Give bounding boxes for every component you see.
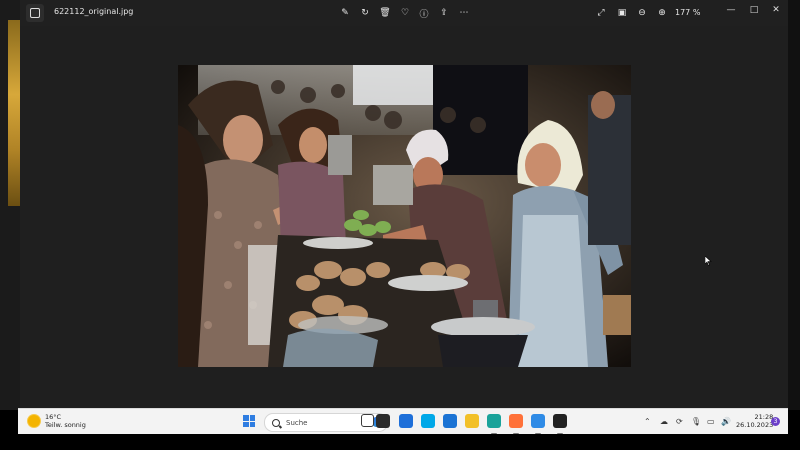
rotate-icon[interactable]: ↻ [357, 5, 373, 21]
file-name: 622112_original.jpg [54, 7, 134, 16]
taskbar: 16°C Teilw. sonnig Suche ⌃ ☁ ⟳ 🎙 ▭ 🔊 21:28 26… [18, 408, 788, 435]
desktop-wallpaper-strip [8, 20, 20, 206]
partly-sunny-icon [28, 415, 40, 427]
edit-image-icon[interactable]: ✎ [337, 5, 353, 21]
photos-icon[interactable] [531, 414, 545, 428]
market-scene-photo[interactable] [178, 65, 631, 367]
windows-logo-icon [243, 415, 249, 421]
explorer-icon[interactable] [465, 414, 479, 428]
title-bar[interactable]: 622112_original.jpg ✎ ↻ 🗑 ♡ ⓘ ⇪ ⋯ ⤢ ▣ ⊖ ⊕ 177 % —… [20, 0, 788, 26]
desktop-background [0, 0, 20, 410]
system-clock[interactable]: 21:28 26.10.2023 [736, 413, 773, 429]
edge-icon[interactable] [487, 414, 501, 428]
favorite-icon[interactable]: ♡ [397, 5, 413, 21]
delete-icon[interactable]: 🗑 [377, 5, 393, 21]
search-placeholder: Suche [286, 418, 308, 427]
clock-date: 26.10.2023 [736, 421, 774, 429]
fit-to-window-icon[interactable]: ▣ [614, 5, 630, 21]
weather-condition: Teilw. sonnig [45, 421, 86, 429]
task-view-icon[interactable] [361, 414, 374, 427]
onedrive-icon[interactable]: ☁ [660, 417, 668, 426]
chevron-up-icon[interactable]: ⌃ [644, 417, 651, 426]
volume-icon[interactable]: 🔊 [721, 417, 731, 426]
clock-time: 21:28 [754, 413, 774, 421]
network-icon[interactable]: ▭ [707, 417, 715, 426]
weather-widget[interactable]: 16°C Teilw. sonnig [28, 413, 86, 429]
microphone-icon[interactable]: 🎙 [691, 417, 701, 426]
mail-icon[interactable] [443, 414, 457, 428]
sync-icon[interactable]: ⟳ [676, 417, 683, 426]
minimize-button[interactable]: — [720, 2, 742, 18]
zoom-in-icon[interactable]: ⊕ [654, 5, 670, 21]
skype-icon[interactable] [421, 414, 435, 428]
desktop-background-right [788, 0, 800, 410]
fullscreen-icon[interactable]: ⤢ [593, 5, 609, 21]
paint-icon[interactable] [553, 414, 567, 428]
weather-temperature: 16°C [45, 413, 62, 421]
info-icon[interactable]: ⓘ [416, 5, 432, 21]
file-manager-icon[interactable] [376, 414, 390, 428]
zoom-out-icon[interactable]: ⊖ [634, 5, 650, 21]
search-icon [272, 418, 280, 427]
maximize-button[interactable]: □ [743, 2, 765, 18]
photos-app-icon [26, 4, 44, 22]
mouse-cursor [704, 251, 712, 270]
notification-badge[interactable]: 3 [771, 417, 780, 426]
more-options-icon[interactable]: ⋯ [456, 5, 472, 21]
start-button[interactable] [243, 415, 255, 427]
close-button[interactable]: ✕ [765, 2, 787, 18]
store-icon[interactable] [399, 414, 413, 428]
zoom-level[interactable]: 177 % [675, 8, 700, 17]
firefox-icon[interactable] [509, 414, 523, 428]
screen-bottom-edge [0, 434, 800, 450]
share-icon[interactable]: ⇪ [436, 5, 452, 21]
